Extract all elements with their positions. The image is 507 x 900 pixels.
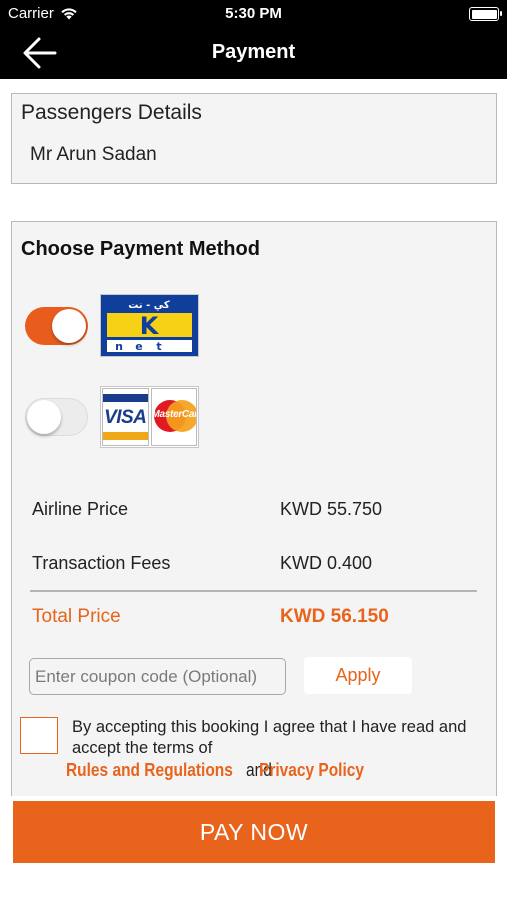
page-title: Payment (211, 41, 296, 63)
knet-toggle[interactable] (25, 307, 88, 345)
passengers-heading: Passengers Details (21, 101, 202, 124)
total-price-value: KWD 56.150 (280, 606, 389, 627)
payment-method-heading: Choose Payment Method (21, 238, 260, 260)
knet-logo: كي - نت K n e t (100, 294, 199, 357)
knet-logo-graphic: كي - نت K n e t (101, 295, 198, 356)
toggle-knob (27, 400, 61, 434)
transaction-fees-value: KWD 0.400 (280, 553, 373, 573)
transaction-fees-label: Transaction Fees (32, 553, 171, 573)
mastercard-logo: MasterCard (150, 388, 197, 446)
status-bar: Carrier 5:30 PM (0, 0, 507, 28)
knet-e-letter: e (135, 340, 142, 353)
knet-arabic-text: كي - نت (128, 300, 170, 311)
visa-mastercard-logo: VISA MasterCard (100, 386, 199, 448)
battery-icon (469, 7, 502, 21)
privacy-policy-link[interactable]: Privacy Policy (259, 760, 364, 781)
mastercard-text: MasterCard (151, 409, 197, 420)
status-time: 5:30 PM (225, 5, 282, 22)
airline-price-value: KWD 55.750 (280, 499, 383, 519)
passenger-name: Mr Arun Sadan (30, 144, 157, 165)
nav-bar: Payment (0, 28, 507, 79)
card-toggle[interactable] (25, 398, 88, 436)
visa-logo: VISA (102, 388, 149, 446)
toggle-knob (52, 309, 86, 343)
knet-n-letter: n (115, 340, 123, 353)
coupon-input[interactable] (29, 658, 286, 695)
airline-price-label: Airline Price (32, 499, 129, 519)
terms-checkbox[interactable] (20, 717, 58, 754)
terms-links: Rules and Regulations and Privacy Policy (66, 760, 381, 781)
passengers-card: Passengers Details Mr Arun Sadan (11, 93, 497, 184)
rules-regulations-link[interactable]: Rules and Regulations (66, 760, 233, 781)
payment-card: Choose Payment Method كي - نت K n e t VI… (11, 221, 497, 796)
visa-text: VISA (104, 407, 147, 428)
apply-coupon-button[interactable]: Apply (304, 657, 412, 694)
terms-text: By accepting this booking I agree that I… (72, 718, 467, 757)
knet-t-letter: t (156, 340, 161, 353)
total-price-label: Total Price (32, 606, 121, 627)
pay-now-button[interactable]: PAY NOW (13, 801, 495, 863)
knet-k-letter: K (140, 312, 160, 340)
price-divider (30, 590, 477, 592)
